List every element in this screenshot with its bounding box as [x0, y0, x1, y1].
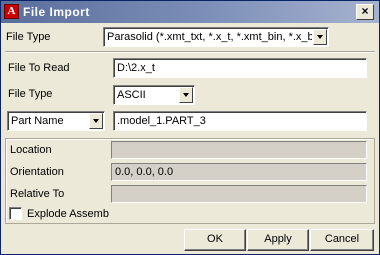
close-button[interactable]: ×: [356, 4, 374, 20]
part-name-input[interactable]: .model_1.PART_3: [113, 111, 367, 131]
file-import-dialog: A File Import × File Type Parasolid (*.x…: [0, 0, 380, 255]
relative-to-field: [111, 185, 367, 203]
relative-to-label: Relative To: [10, 188, 65, 200]
explode-assemblies-checkbox[interactable]: [9, 207, 22, 220]
file-to-read-label: File To Read: [8, 62, 70, 74]
chevron-down-icon[interactable]: [179, 87, 193, 103]
cancel-button[interactable]: Cancel: [310, 229, 374, 251]
window-title: File Import: [23, 5, 90, 19]
divider: [5, 51, 375, 53]
name-type-value: Part Name: [11, 115, 64, 127]
file-to-read-value: D:\2.x_t: [117, 62, 155, 74]
file-type-value: Parasolid (*.xmt_txt, *.x_t, *.xmt_bin, …: [107, 31, 312, 43]
apply-button[interactable]: Apply: [247, 229, 309, 251]
title-bar[interactable]: A File Import ×: [1, 1, 379, 23]
location-label: Location: [10, 144, 52, 156]
chevron-down-icon[interactable]: [313, 29, 327, 45]
file-format-select[interactable]: ASCII: [113, 85, 195, 105]
file-format-label: File Type: [8, 88, 53, 100]
file-type-label: File Type: [6, 31, 51, 43]
orientation-field: 0.0, 0.0, 0.0: [111, 163, 367, 181]
location-field: [111, 141, 367, 159]
name-type-select[interactable]: Part Name: [7, 111, 105, 131]
file-to-read-input[interactable]: D:\2.x_t: [113, 58, 367, 78]
orientation-value: 0.0, 0.0, 0.0: [115, 166, 174, 178]
orientation-label: Orientation: [10, 166, 64, 178]
part-name-value: .model_1.PART_3: [117, 115, 206, 127]
ok-button[interactable]: OK: [184, 229, 246, 251]
explode-assemblies-label[interactable]: Explode Assemb: [27, 205, 109, 223]
file-format-value: ASCII: [117, 89, 146, 101]
app-icon: A: [4, 4, 19, 19]
file-type-select[interactable]: Parasolid (*.xmt_txt, *.x_t, *.xmt_bin, …: [103, 27, 329, 47]
chevron-down-icon[interactable]: [89, 113, 103, 129]
